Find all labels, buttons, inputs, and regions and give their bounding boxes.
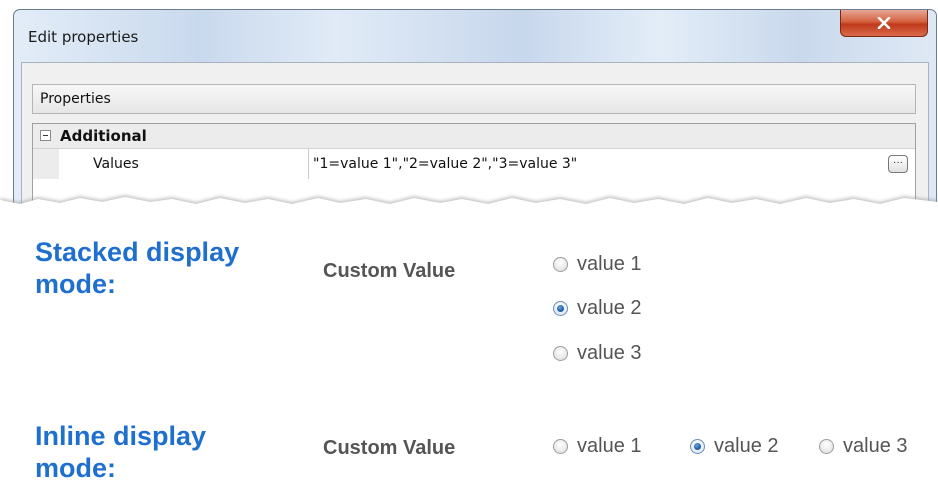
inline-mode-title-line1: Inline display xyxy=(35,421,207,451)
column-divider xyxy=(308,149,309,179)
property-name: Values xyxy=(93,156,139,172)
property-row-values[interactable]: Values "1=value 1","2=value 2","3=value … xyxy=(33,149,915,179)
radio-label: value 1 xyxy=(577,435,642,457)
radio-unchecked-icon[interactable] xyxy=(553,257,568,272)
category-label: Additional xyxy=(60,127,147,145)
category-row-additional[interactable]: Additional xyxy=(33,124,915,149)
radio-unchecked-icon[interactable] xyxy=(553,346,568,361)
inline-mode-title-line2: mode: xyxy=(35,453,116,483)
stacked-radio-value-1[interactable]: value 1 xyxy=(553,253,642,276)
stacked-custom-value-label: Custom Value xyxy=(323,260,456,282)
close-button[interactable] xyxy=(840,10,928,37)
close-x-icon xyxy=(877,17,891,29)
dialog-title: Edit properties xyxy=(28,28,139,46)
radio-checked-icon[interactable] xyxy=(553,301,568,316)
collapse-icon[interactable] xyxy=(40,130,51,141)
inline-custom-value-label: Custom Value xyxy=(323,437,456,459)
properties-header: Properties xyxy=(32,84,916,114)
ellipsis-button[interactable]: ··· xyxy=(888,155,908,173)
radio-label: value 2 xyxy=(577,297,642,319)
property-value[interactable]: "1=value 1","2=value 2","3=value 3" xyxy=(313,156,577,172)
radio-label: value 3 xyxy=(843,435,908,457)
stacked-radio-value-2[interactable]: value 2 xyxy=(553,297,642,320)
radio-label: value 1 xyxy=(577,253,642,275)
radio-unchecked-icon[interactable] xyxy=(553,439,568,454)
inline-radio-value-2[interactable]: value 2 xyxy=(690,435,779,458)
stacked-radio-value-3[interactable]: value 3 xyxy=(553,342,642,365)
row-gutter xyxy=(33,149,59,179)
properties-header-label: Properties xyxy=(40,91,111,107)
inline-mode-title: Inline display mode: xyxy=(35,420,206,484)
radio-label: value 2 xyxy=(714,435,779,457)
stacked-mode-title-line2: mode: xyxy=(35,269,116,299)
stacked-mode-title-line1: Stacked display xyxy=(35,237,240,267)
inline-radio-value-3[interactable]: value 3 xyxy=(819,435,908,458)
radio-unchecked-icon[interactable] xyxy=(819,439,834,454)
inline-radio-value-1[interactable]: value 1 xyxy=(553,435,642,458)
radio-label: value 3 xyxy=(577,342,642,364)
edit-properties-dialog: Edit properties Properties Additional Va… xyxy=(13,9,937,207)
radio-checked-icon[interactable] xyxy=(690,439,705,454)
torn-edge xyxy=(0,195,938,216)
stacked-mode-title: Stacked display mode: xyxy=(35,236,239,300)
